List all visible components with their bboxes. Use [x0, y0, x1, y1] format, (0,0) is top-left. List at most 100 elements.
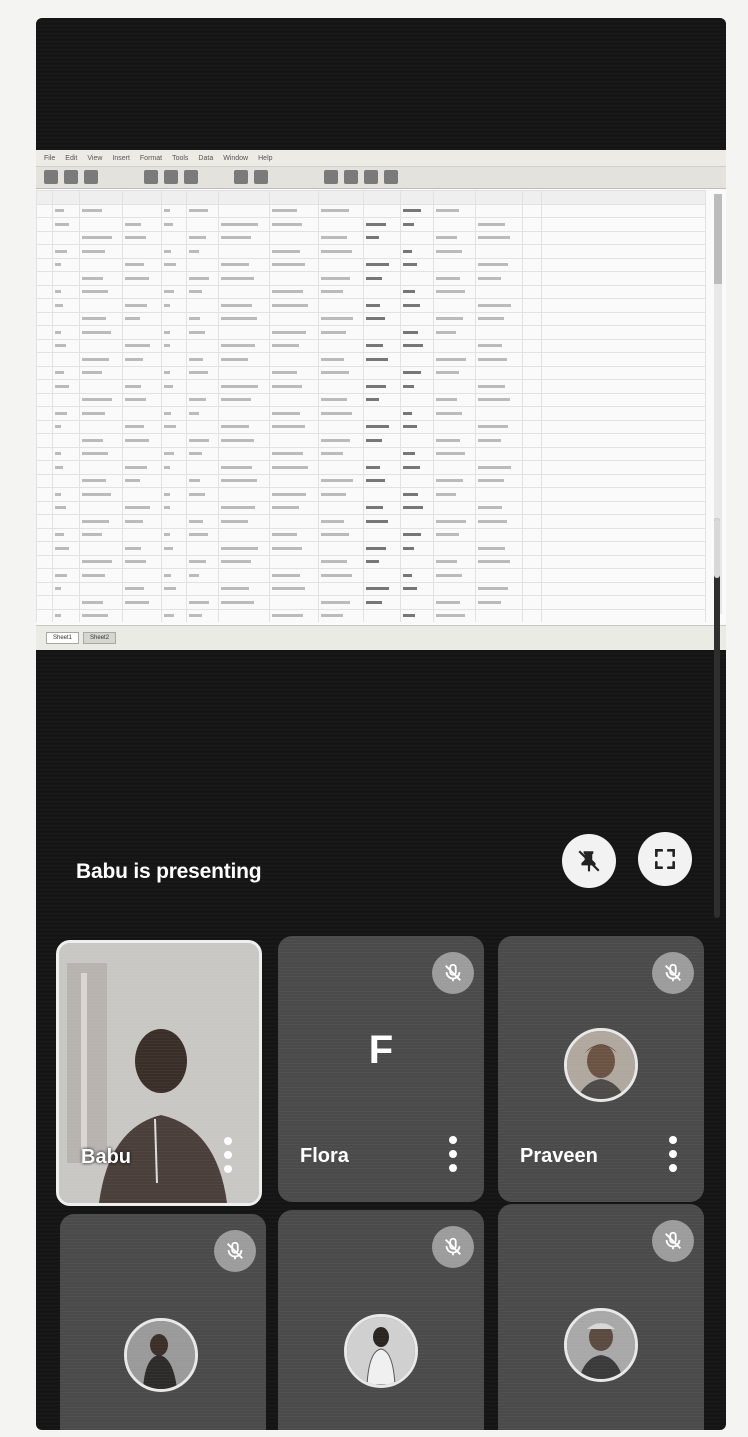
- sheet-cell: [399, 446, 434, 461]
- cell-content-blur: [272, 330, 307, 334]
- cell-content-blur: [478, 560, 511, 564]
- sheet-cell: [432, 311, 477, 326]
- sheet-cell: [36, 311, 54, 326]
- shared-toolbar: [36, 167, 726, 189]
- cell-content-blur: [321, 573, 353, 577]
- sheet-row: [36, 433, 706, 448]
- sheet-cell: [121, 379, 162, 394]
- menu-item: File: [44, 154, 56, 162]
- sheet-row: [36, 379, 706, 394]
- sheet-cell: [36, 554, 54, 569]
- toolbar-icon: [384, 170, 398, 184]
- cell-content-blur: [55, 303, 64, 307]
- sheet-cell: [160, 608, 187, 622]
- sheet-cell: [52, 244, 80, 259]
- cell-content-blur: [402, 209, 421, 213]
- sheet-tab[interactable]: Sheet1: [46, 632, 80, 644]
- cell-content-blur: [321, 479, 354, 483]
- cell-content-blur: [188, 371, 208, 375]
- cell-content-blur: [221, 546, 259, 550]
- meeting-screen: File Edit View Insert Format Tools Data …: [36, 18, 726, 1430]
- participant-tile-babu[interactable]: Babu: [56, 940, 262, 1206]
- sheet-cell: [318, 311, 364, 326]
- cell-content-blur: [365, 236, 379, 240]
- sheet-cell: [475, 311, 524, 326]
- sheet-header-cell: [218, 190, 271, 205]
- cell-content-blur: [163, 546, 173, 550]
- participant-tile[interactable]: [498, 1204, 704, 1430]
- sheet-cell: [541, 338, 706, 353]
- unpin-button[interactable]: [562, 834, 616, 888]
- sheet-cell: [541, 311, 706, 326]
- cell-content-blur: [55, 425, 62, 429]
- sheet-cell: [522, 338, 543, 353]
- sheet-cell: [475, 500, 524, 515]
- participants-scrollbar[interactable]: [714, 518, 720, 918]
- sheet-cell: [52, 500, 80, 515]
- sheet-cell: [318, 500, 364, 515]
- participant-tile-praveen[interactable]: Praveen: [498, 936, 704, 1202]
- sheet-cell: [541, 514, 706, 529]
- sheet-header-row: [36, 190, 706, 205]
- sheet-cell: [399, 244, 434, 259]
- sheet-row: [36, 311, 706, 326]
- sheet-cell: [160, 446, 187, 461]
- sheet-cell: [399, 325, 434, 340]
- participant-tile[interactable]: [60, 1214, 266, 1430]
- sheet-cell: [432, 284, 477, 299]
- sheet-cell: [78, 473, 123, 488]
- cell-content-blur: [163, 411, 171, 415]
- participant-tile[interactable]: [278, 1210, 484, 1430]
- participant-name: Praveen: [520, 1145, 598, 1167]
- sheet-cell: [185, 230, 220, 245]
- cell-content-blur: [272, 465, 309, 469]
- sheet-cell: [78, 379, 123, 394]
- sheet-cell: [121, 514, 162, 529]
- sheet-cell: [121, 244, 162, 259]
- sheet-cell: [318, 554, 364, 569]
- sheet-cell: [362, 608, 401, 622]
- participant-tile-flora[interactable]: F Flora: [278, 936, 484, 1202]
- cell-content-blur: [221, 384, 259, 388]
- fullscreen-button[interactable]: [638, 832, 692, 886]
- cell-content-blur: [55, 384, 70, 388]
- sheet-header-cell: [475, 190, 524, 205]
- more-options-button[interactable]: [448, 1136, 458, 1172]
- sheet-cell: [318, 271, 364, 286]
- sheet-row: [36, 203, 706, 218]
- sheet-cell: [218, 392, 271, 407]
- sheet-cell: [52, 406, 80, 421]
- sheet-cell: [362, 500, 401, 515]
- sheet-cell: [475, 433, 524, 448]
- cell-content-blur: [163, 384, 173, 388]
- cell-content-blur: [124, 344, 150, 348]
- more-options-button[interactable]: [668, 1136, 678, 1172]
- cell-content-blur: [221, 236, 252, 240]
- sheet-cell: [160, 514, 187, 529]
- cell-content-blur: [81, 398, 112, 402]
- participants-scroll-thumb[interactable]: [714, 518, 720, 578]
- cell-content-blur: [435, 492, 456, 496]
- toolbar-icon: [324, 170, 338, 184]
- sheet-tab[interactable]: Sheet2: [83, 632, 117, 644]
- spreadsheet-table: [36, 190, 706, 622]
- more-options-button[interactable]: [223, 1137, 233, 1173]
- spreadsheet-scroll-thumb[interactable]: [714, 194, 722, 284]
- sheet-cell: [522, 581, 543, 596]
- sheet-cell: [185, 473, 220, 488]
- sheet-cell: [78, 271, 123, 286]
- sheet-cell: [269, 284, 320, 299]
- sheet-cell: [318, 568, 364, 583]
- sheet-cell: [318, 284, 364, 299]
- sheet-cell: [269, 487, 320, 502]
- presenting-label: Babu is presenting: [76, 860, 262, 883]
- sheet-cell: [78, 365, 123, 380]
- shared-screen[interactable]: File Edit View Insert Format Tools Data …: [36, 150, 726, 650]
- participant-name: Babu: [81, 1146, 131, 1168]
- sheet-cell: [52, 527, 80, 542]
- sheet-cell: [522, 433, 543, 448]
- cell-content-blur: [435, 330, 456, 334]
- cell-content-blur: [163, 573, 171, 577]
- sheet-cell: [52, 392, 80, 407]
- sheet-cell: [399, 365, 434, 380]
